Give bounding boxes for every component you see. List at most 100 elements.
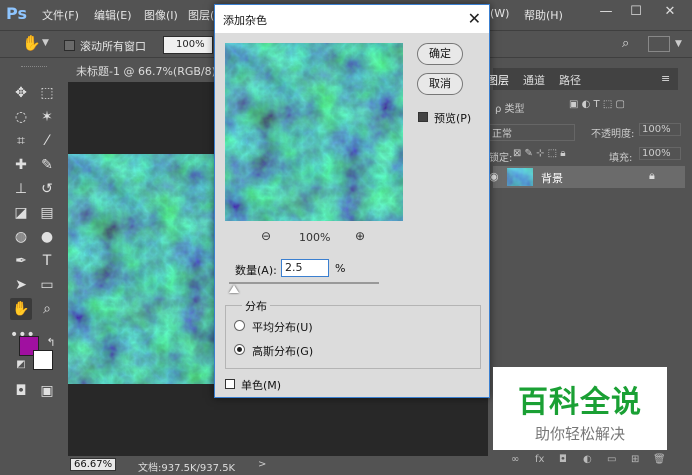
document-tab[interactable]: 未标题-1 @ 66.7%(RGB/8) * bbox=[68, 58, 225, 82]
chevron-down-icon[interactable]: ▼ bbox=[42, 38, 49, 48]
menu-file[interactable]: 文件(F) bbox=[42, 7, 79, 23]
watermark-subtitle: 助你轻松解决 bbox=[534, 425, 625, 443]
menu-edit[interactable]: 编辑(E) bbox=[94, 7, 132, 23]
tab-paths[interactable]: 路径 bbox=[559, 72, 581, 88]
eyedropper-icon[interactable]: ⁄ bbox=[36, 130, 58, 152]
ok-button[interactable]: 确定 bbox=[417, 43, 463, 65]
monochromatic-checkbox[interactable] bbox=[225, 379, 235, 389]
filter-preview[interactable] bbox=[225, 43, 403, 221]
uniform-radio[interactable] bbox=[234, 320, 245, 331]
zoom-status[interactable]: 66.67% bbox=[70, 458, 117, 471]
watermark-title: 百科全说 bbox=[518, 385, 642, 420]
maximize-icon[interactable]: ☐ bbox=[626, 4, 646, 19]
tab-layers[interactable]: 图层 bbox=[487, 72, 509, 88]
crop-tool-icon[interactable]: ⌗ bbox=[10, 130, 32, 152]
zoom-100-button[interactable]: 100% bbox=[163, 36, 213, 54]
hand-tool-icon[interactable]: ✋ bbox=[22, 34, 41, 52]
blend-opacity-row: 正常 不透明度: 100% bbox=[489, 120, 685, 141]
preview-zoom-level: 100% bbox=[299, 231, 331, 244]
layer-name: 背景 bbox=[541, 172, 563, 185]
link-layers-icon[interactable]: ∞ bbox=[511, 454, 519, 465]
minimize-icon[interactable]: — bbox=[596, 4, 616, 19]
distribution-group-label: 分布 bbox=[242, 298, 270, 314]
lock-icons[interactable]: ⊠ ✎ ⊹ ⬚ 🔒︎ bbox=[513, 148, 566, 159]
cancel-button[interactable]: 取消 bbox=[417, 73, 463, 95]
pen-tool-icon[interactable]: ✒ bbox=[10, 250, 32, 272]
panel-tabs: 图层 通道 路径 ≡ bbox=[487, 68, 678, 90]
layer-filter-row: ρ 类型 ▣ ◐ T ⬚ ▢ bbox=[493, 96, 685, 116]
dialog-body: 确定 取消 预览(P) ⊖ 100% ⊕ 数量(A): 2.5 % 分布 平均分… bbox=[215, 33, 489, 397]
lock-label: 锁定: bbox=[489, 153, 513, 164]
path-select-icon[interactable]: ➤ bbox=[10, 274, 32, 296]
amount-slider-track[interactable] bbox=[229, 282, 379, 284]
document-info: 文档:937.5K/937.5K bbox=[138, 463, 236, 474]
zoom-in-icon[interactable]: ⊕ bbox=[355, 229, 365, 243]
fill-label: 填充: bbox=[609, 153, 633, 164]
filter-kind-label: 类型 bbox=[504, 104, 525, 115]
fx-icon[interactable]: fx bbox=[535, 454, 544, 465]
clone-stamp-icon[interactable]: ⊥ bbox=[10, 178, 32, 200]
rectangle-tool-icon[interactable]: ▭ bbox=[36, 274, 58, 296]
close-icon[interactable]: ✕ bbox=[660, 4, 680, 19]
panel-menu-icon[interactable]: ≡ bbox=[661, 72, 670, 85]
watermark: 百科全说 助你轻松解决 bbox=[493, 367, 667, 450]
brush-tool-icon[interactable]: ✎ bbox=[36, 154, 58, 176]
tab-channels[interactable]: 通道 bbox=[523, 72, 545, 88]
dialog-titlebar[interactable]: 添加杂色 ✕ bbox=[215, 5, 489, 33]
gaussian-radio[interactable] bbox=[234, 344, 245, 355]
opacity-field[interactable]: 100% bbox=[639, 123, 681, 136]
visibility-eye-icon[interactable]: ◉ bbox=[489, 170, 499, 183]
layer-item[interactable]: ◉ 背景 🔒︎ bbox=[489, 166, 685, 188]
new-layer-icon[interactable]: ⊞ bbox=[631, 454, 639, 465]
close-icon[interactable]: ✕ bbox=[468, 9, 481, 28]
healing-brush-icon[interactable]: ✚ bbox=[10, 154, 32, 176]
hand-tool-icon[interactable]: ✋ bbox=[10, 298, 32, 320]
adjustment-layer-icon[interactable]: ◐ bbox=[583, 454, 592, 465]
menu-window[interactable]: (W) bbox=[490, 7, 509, 20]
opacity-label: 不透明度: bbox=[591, 129, 635, 140]
chevron-down-icon[interactable]: ▼ bbox=[675, 39, 682, 49]
lasso-tool-icon[interactable]: ◌ bbox=[10, 106, 32, 128]
amount-input[interactable]: 2.5 bbox=[281, 259, 329, 277]
new-group-icon[interactable]: ▭ bbox=[607, 454, 616, 465]
menu-image[interactable]: 图像(I) bbox=[144, 7, 178, 23]
menu-help[interactable]: 帮助(H) bbox=[524, 7, 563, 23]
delete-layer-icon[interactable]: 🗑︎ bbox=[653, 454, 666, 465]
search-icon[interactable]: ⌕ bbox=[622, 36, 629, 51]
layer-thumbnail bbox=[507, 168, 533, 186]
marquee-tool-icon[interactable]: ⬚ bbox=[36, 82, 58, 104]
magic-wand-icon[interactable]: ✶ bbox=[36, 106, 58, 128]
gradient-tool-icon[interactable]: ▤ bbox=[36, 202, 58, 224]
layers-footer: ∞ fx ◘ ◐ ▭ ⊞ 🗑︎ bbox=[493, 450, 685, 470]
dialog-title: 添加杂色 bbox=[223, 14, 267, 27]
tools-panel: ✥ ⬚ ◌ ✶ ⌗ ⁄ ✚ ✎ ⊥ ↺ ◪ ▤ ◍ ● ✒ T ➤ ▭ ✋ ⌕ … bbox=[6, 62, 62, 402]
blend-mode-select[interactable]: 正常 bbox=[489, 124, 575, 141]
filter-icons[interactable]: ▣ ◐ T ⬚ ▢ bbox=[569, 99, 625, 110]
workspace-icon[interactable] bbox=[648, 36, 670, 52]
eraser-tool-icon[interactable]: ◪ bbox=[10, 202, 32, 224]
preview-checkbox[interactable] bbox=[418, 112, 428, 122]
quick-mask-icon[interactable]: ◘ bbox=[10, 380, 32, 402]
panel-grip bbox=[21, 66, 47, 68]
type-tool-icon[interactable]: T bbox=[36, 250, 58, 272]
dodge-tool-icon[interactable]: ● bbox=[36, 226, 58, 248]
uniform-label: 平均分布(U) bbox=[252, 321, 313, 334]
preview-label: 预览(P) bbox=[434, 112, 472, 125]
blur-tool-icon[interactable]: ◍ bbox=[10, 226, 32, 248]
move-tool-icon[interactable]: ✥ bbox=[10, 82, 32, 104]
default-colors-icon[interactable]: ◩ bbox=[10, 354, 32, 376]
gaussian-label: 高斯分布(G) bbox=[252, 345, 314, 358]
filter-kind-select[interactable]: ρ 类型 bbox=[495, 100, 525, 115]
amount-slider-handle[interactable] bbox=[229, 285, 239, 293]
screen-mode-icon[interactable]: ▣ bbox=[36, 380, 58, 402]
menu-layer[interactable]: 图层( bbox=[188, 7, 214, 23]
zoom-out-icon[interactable]: ⊖ bbox=[261, 229, 271, 243]
background-color-swatch[interactable] bbox=[33, 350, 53, 370]
zoom-tool-icon[interactable]: ⌕ bbox=[36, 298, 58, 320]
scroll-all-checkbox[interactable] bbox=[64, 40, 75, 51]
fill-field[interactable]: 100% bbox=[639, 147, 681, 160]
history-brush-icon[interactable]: ↺ bbox=[36, 178, 58, 200]
add-mask-icon[interactable]: ◘ bbox=[559, 454, 567, 465]
status-arrow-icon[interactable]: > bbox=[258, 459, 266, 470]
monochromatic-label: 单色(M) bbox=[241, 379, 282, 392]
